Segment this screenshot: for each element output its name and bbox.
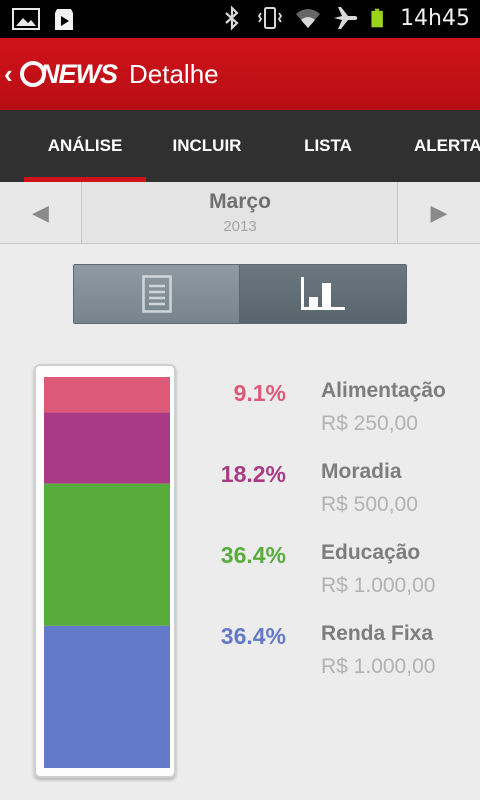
wifi-icon xyxy=(296,9,321,28)
bar-segment-educa-o xyxy=(44,483,170,626)
view-toggle xyxy=(73,264,407,324)
tab-bar: ANÁLISE INCLUIR LISTA ALERTAS xyxy=(0,110,480,182)
image-icon xyxy=(12,8,40,30)
legend-name: Alimentação xyxy=(321,379,446,402)
vibrate-icon xyxy=(257,7,283,29)
battery-icon xyxy=(371,8,383,28)
clock: 14h45 xyxy=(400,5,470,31)
page-title: Detalhe xyxy=(129,58,219,89)
list-view-button[interactable] xyxy=(74,265,240,323)
app-bar: ‹ NEWS Detalhe xyxy=(0,38,480,110)
legend-percent: 36.4% xyxy=(220,623,286,649)
legend-name: Moradia xyxy=(321,460,402,483)
airplane-icon xyxy=(334,7,358,29)
month-label: Março xyxy=(209,190,271,213)
play-store-icon xyxy=(55,9,73,30)
logo-wordmark: NEWS xyxy=(40,58,118,89)
legend-percent: 9.1% xyxy=(233,380,286,406)
legend-amount: R$ 1.000,00 xyxy=(321,655,436,678)
bar-segment-alimenta-o xyxy=(44,377,170,413)
legend-item[interactable]: 36.4% Educação R$ 1.000,00 xyxy=(190,540,470,610)
legend-percent: 18.2% xyxy=(220,461,286,487)
legend-item[interactable]: 9.1% Alimentação R$ 250,00 xyxy=(190,378,470,448)
legend-name: Renda Fixa xyxy=(321,622,434,645)
legend-amount: R$ 1.000,00 xyxy=(321,574,436,597)
chart-card xyxy=(34,364,176,778)
chart-view-icon xyxy=(301,277,345,310)
legend-name: Educação xyxy=(321,541,421,564)
back-chevron-icon[interactable]: ‹ xyxy=(4,59,18,90)
tab-alertas[interactable]: ALERTAS xyxy=(388,110,480,182)
previous-month-button[interactable]: ◀ xyxy=(0,182,82,243)
system-icons: 14h45 xyxy=(218,4,470,32)
year-label: 2013 xyxy=(223,218,257,235)
tab-incluir[interactable]: INCLUIR xyxy=(146,110,268,182)
arrow-left-icon: ◀ xyxy=(32,200,49,225)
legend-item[interactable]: 36.4% Renda Fixa R$ 1.000,00 xyxy=(190,621,470,691)
bar-segment-renda-fixa xyxy=(44,625,170,768)
legend-amount: R$ 250,00 xyxy=(321,412,418,435)
tab-analise[interactable]: ANÁLISE xyxy=(24,110,146,182)
legend-amount: R$ 500,00 xyxy=(321,493,418,516)
next-month-button[interactable]: ▶ xyxy=(397,182,480,243)
legend-percent: 36.4% xyxy=(220,542,286,568)
app-logo[interactable]: NEWS xyxy=(20,58,118,90)
legend-item[interactable]: 18.2% Moradia R$ 500,00 xyxy=(190,459,470,529)
stacked-bar-chart xyxy=(44,377,170,768)
period-selector: ◀ Março 2013 ▶ xyxy=(0,182,480,244)
arrow-right-icon: ▶ xyxy=(430,200,448,225)
bluetooth-icon xyxy=(225,5,239,31)
status-bar: 14h45 xyxy=(0,0,480,38)
list-view-icon xyxy=(141,275,172,313)
bar-segment-moradia xyxy=(44,412,170,484)
period-display: Março 2013 xyxy=(83,182,397,243)
tab-lista[interactable]: LISTA xyxy=(268,110,388,182)
chart-view-button[interactable] xyxy=(240,265,406,323)
notification-icons xyxy=(12,5,78,33)
